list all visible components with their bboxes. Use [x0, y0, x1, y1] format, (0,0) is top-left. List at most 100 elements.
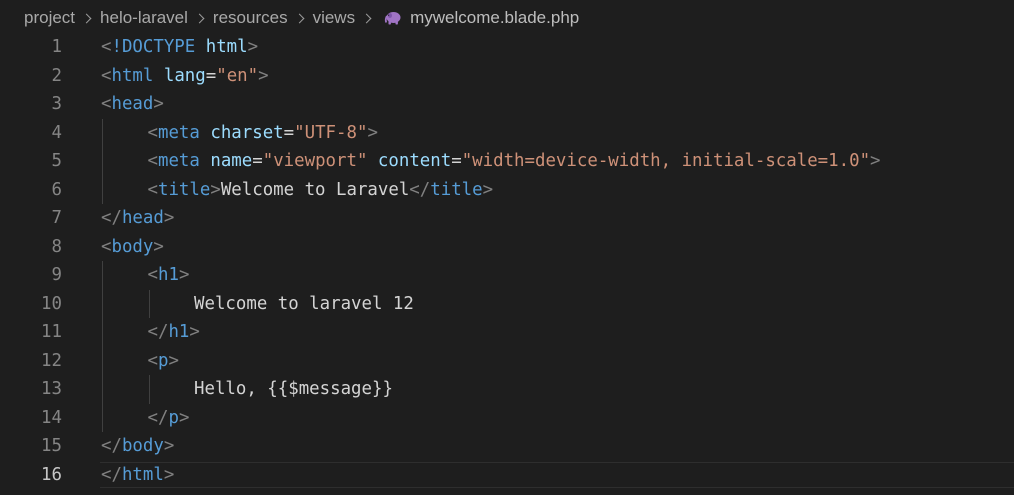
code-token: >	[178, 265, 190, 285]
code-token: h1	[168, 322, 190, 342]
code-token: </	[409, 179, 431, 200]
code-token: <	[147, 265, 158, 285]
code-token: =	[283, 122, 295, 143]
code-token: name	[210, 151, 253, 171]
line-number: 11	[41, 322, 62, 342]
code-line[interactable]: 13 Hello, {{$message}}	[0, 375, 1014, 404]
code-token: h1	[157, 265, 179, 285]
code-token: html	[205, 37, 248, 57]
line-number: 6	[51, 179, 62, 200]
line-number: 1	[51, 37, 62, 57]
code-line[interactable]: 12 <p>	[0, 347, 1014, 376]
code-token: "width=device-width, initial-scale=1.0"	[461, 151, 871, 171]
code-token: <	[147, 179, 158, 200]
code-text: <meta charset="UTF-8">	[148, 119, 378, 148]
code-text: Welcome to laravel 12	[194, 290, 414, 319]
line-number: 12	[41, 350, 62, 371]
code-token: !DOCTYPE	[111, 37, 196, 57]
code-token: "UTF-8"	[294, 122, 368, 143]
code-token: charset	[210, 122, 284, 143]
code-text: </html>	[101, 461, 174, 490]
code-token: Welcome to laravel 12	[194, 293, 414, 314]
indent-guide	[102, 118, 103, 204]
code-line[interactable]: 14 </p>	[0, 404, 1014, 433]
code-line[interactable]: 8 <body>	[0, 233, 1014, 262]
line-number: 4	[51, 122, 62, 143]
code-token: title	[430, 179, 483, 200]
code-text: <html lang="en">	[101, 62, 269, 91]
code-text: <!DOCTYPE html>	[101, 33, 258, 62]
code-line[interactable]: 3 <head>	[0, 90, 1014, 119]
code-token: head	[121, 208, 164, 228]
code-token: >	[210, 179, 221, 200]
code-token: >	[163, 208, 175, 228]
code-line[interactable]: 16 </html>	[0, 461, 1014, 490]
code-line[interactable]: 10 Welcome to laravel 12	[0, 290, 1014, 319]
line-number: 2	[51, 65, 62, 86]
code-token: >	[153, 236, 164, 257]
breadcrumb-views[interactable]: views	[313, 8, 356, 28]
breadcrumb-file[interactable]: mywelcome.blade.php	[410, 8, 579, 28]
code-line[interactable]: 2 <html lang="en">	[0, 62, 1014, 91]
line-number: 13	[41, 379, 62, 399]
code-text: <head>	[101, 90, 164, 119]
code-token: </	[147, 322, 169, 342]
breadcrumb: project helo-laravel resources views myw…	[24, 6, 579, 30]
line-number: 7	[51, 208, 62, 228]
code-text: </head>	[101, 204, 174, 233]
line-number: 3	[51, 94, 62, 114]
breadcrumb-project[interactable]: project	[24, 8, 75, 28]
code-token: >	[482, 179, 494, 200]
code-token: >	[189, 322, 200, 342]
code-token: >	[258, 65, 269, 86]
code-token: html	[121, 464, 164, 485]
breadcrumb-resources[interactable]: resources	[213, 8, 288, 28]
code-line[interactable]: 9 <h1>	[0, 261, 1014, 290]
code-line[interactable]: 4 <meta charset="UTF-8">	[0, 119, 1014, 148]
code-token: meta	[157, 122, 200, 143]
code-token: >	[153, 94, 164, 114]
indent-guide	[148, 289, 150, 318]
chevron-right-icon	[192, 10, 209, 27]
code-line[interactable]: 11 </h1>	[0, 318, 1014, 347]
code-token: body	[111, 236, 154, 257]
code-text: </h1>	[148, 318, 200, 347]
code-token: head	[111, 94, 154, 114]
chevron-right-icon	[292, 10, 309, 27]
code-token: <	[101, 37, 112, 57]
line-number: 16	[41, 464, 62, 485]
code-text: </body>	[101, 432, 174, 461]
breadcrumb-helo-laravel[interactable]: helo-laravel	[100, 8, 188, 28]
code-line[interactable]: 5 <meta name="viewport" content="width=de…	[0, 147, 1014, 176]
code-token: >	[163, 436, 175, 456]
code-token: =	[205, 65, 217, 86]
code-text: Hello, {{$message}}	[194, 375, 393, 404]
code-token: >	[168, 350, 179, 371]
code-text: <body>	[101, 233, 164, 262]
code-token: </	[101, 436, 122, 456]
code-token: <	[147, 350, 158, 371]
code-line[interactable]: 6 <title>Welcome to Laravel</title>	[0, 176, 1014, 205]
line-number: 15	[41, 436, 62, 456]
code-line[interactable]: 15 </body>	[0, 432, 1014, 461]
code-token: >	[870, 151, 881, 171]
code-line[interactable]: 7 </head>	[0, 204, 1014, 233]
code-token: =	[252, 151, 263, 171]
code-token: </	[101, 208, 122, 228]
php-elephant-icon	[384, 12, 401, 25]
code-token: <	[101, 65, 112, 86]
code-token: body	[121, 436, 164, 456]
code-token: p	[168, 407, 179, 428]
code-token: >	[163, 464, 175, 485]
code-token: Welcome to Laravel	[220, 179, 410, 200]
code-editor[interactable]: 1 <!DOCTYPE html> 2 <html lang="en"> 3 <head>…	[0, 33, 1014, 495]
line-number: 5	[51, 151, 62, 171]
line-number: 10	[41, 293, 62, 314]
code-token: title	[157, 179, 211, 200]
code-line[interactable]: 1 <!DOCTYPE html>	[0, 33, 1014, 62]
code-token: <	[147, 151, 158, 171]
code-token: Hello, {{$message}}	[194, 379, 393, 399]
